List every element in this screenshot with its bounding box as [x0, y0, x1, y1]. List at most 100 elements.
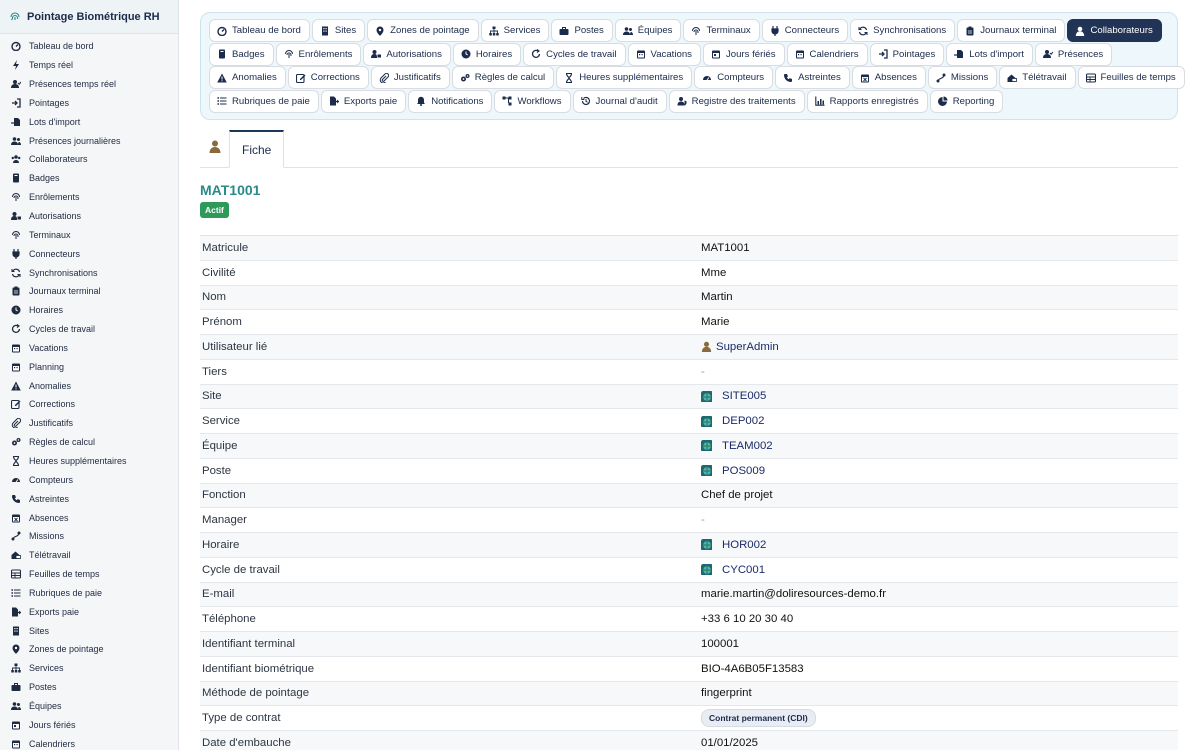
sidebar-item-label: Présences journalières	[29, 135, 121, 146]
linked-user-link[interactable]: SuperAdmin	[716, 341, 779, 353]
sidebar-item[interactable]: Télétravail	[0, 546, 178, 565]
record-link[interactable]: DEP002	[722, 415, 764, 427]
sidebar-item[interactable]: Heures supplémentaires	[0, 452, 178, 471]
sidebar-item[interactable]: Planning	[0, 357, 178, 376]
top-menu-button[interactable]: Synchronisations	[850, 19, 956, 42]
sidebar-item[interactable]: Pointages	[0, 94, 178, 113]
top-menu-button[interactable]: Corrections	[287, 66, 369, 90]
sidebar-item[interactable]: Autorisations	[0, 207, 178, 226]
sidebar-item[interactable]: Terminaux	[0, 225, 178, 244]
sidebar-item[interactable]: Collaborateurs	[0, 150, 178, 169]
top-menu-button[interactable]: Heures supplémentaires	[556, 66, 693, 90]
top-menu-button[interactable]: Pointages	[869, 42, 945, 66]
record-link[interactable]: HOR002	[722, 539, 766, 551]
top-menu-button[interactable]: Workflows	[494, 89, 571, 113]
top-menu-button-label: Jours fériés	[725, 48, 776, 60]
sidebar-item[interactable]: Synchronisations	[0, 263, 178, 282]
sidebar-item[interactable]: Services	[0, 659, 178, 678]
field-value[interactable]: SITE005	[701, 390, 766, 402]
top-menu-button[interactable]: Journaux terminal	[957, 19, 1066, 42]
sidebar-item[interactable]: Absences	[0, 508, 178, 527]
top-menu-button[interactable]: Missions	[927, 66, 998, 90]
sidebar-item[interactable]: Journaux terminal	[0, 282, 178, 301]
sidebar-item[interactable]: Enrôlements	[0, 188, 178, 207]
top-menu-button[interactable]: Calendriers	[786, 42, 868, 66]
record-link[interactable]: POS009	[722, 465, 765, 477]
sidebar-item[interactable]: Badges	[0, 169, 178, 188]
sidebar-item[interactable]: Équipes	[0, 697, 178, 716]
sidebar-item[interactable]: Corrections	[0, 395, 178, 414]
top-menu-button[interactable]: Sites	[311, 19, 366, 42]
top-menu-button[interactable]: Jours fériés	[702, 42, 785, 66]
top-menu-button[interactable]: Zones de pointage	[367, 19, 479, 42]
top-menu-button[interactable]: Tableau de bord	[209, 19, 310, 42]
top-menu-button[interactable]: Horaires	[452, 42, 522, 66]
field-value[interactable]: SuperAdmin	[701, 341, 779, 353]
top-menu-button[interactable]: Justificatifs	[370, 66, 450, 90]
top-menu-button[interactable]: Lots d'import	[946, 42, 1033, 66]
top-menu-button[interactable]: Terminaux	[683, 19, 760, 42]
sidebar-item[interactable]: Justificatifs	[0, 414, 178, 433]
top-menu-button[interactable]: Connecteurs	[761, 19, 849, 42]
building-icon	[320, 26, 330, 36]
top-menu-button[interactable]: Rubriques de paie	[209, 89, 319, 113]
sidebar-item[interactable]: Calendriers	[0, 734, 178, 750]
top-menu-button[interactable]: Présences	[1034, 42, 1113, 66]
top-menu-button[interactable]: Feuilles de temps	[1077, 66, 1185, 90]
sidebar-item[interactable]: Rubriques de paie	[0, 583, 178, 602]
sidebar-item[interactable]: Lots d'import	[0, 112, 178, 131]
tab-user[interactable]	[200, 130, 229, 168]
app-brand[interactable]: Pointage Biométrique RH	[0, 0, 178, 34]
sidebar-item[interactable]: Sites	[0, 621, 178, 640]
top-menu-button[interactable]: Rapports enregistrés	[806, 89, 928, 113]
sidebar-item[interactable]: Compteurs	[0, 470, 178, 489]
top-menu-button[interactable]: Collaborateurs	[1067, 19, 1162, 42]
top-menu-button[interactable]: Exports paie	[320, 89, 407, 113]
top-menu-button[interactable]: Enrôlements	[275, 42, 362, 66]
top-menu-button[interactable]: Registre des traitements	[668, 89, 805, 113]
sidebar-item[interactable]: Horaires	[0, 301, 178, 320]
field-value: +33 6 10 20 30 40	[701, 613, 794, 626]
sidebar-item[interactable]: Anomalies	[0, 376, 178, 395]
sidebar-item[interactable]: Exports paie	[0, 602, 178, 621]
field-value[interactable]: DEP002	[701, 415, 764, 427]
top-menu-button[interactable]: Notifications	[408, 89, 493, 113]
sidebar-item[interactable]: Connecteurs	[0, 244, 178, 263]
record-link[interactable]: SITE005	[722, 390, 766, 402]
top-menu-button[interactable]: Astreintes	[775, 66, 850, 90]
field-value[interactable]: CYC001	[701, 564, 765, 576]
sidebar-item[interactable]: Missions	[0, 527, 178, 546]
top-menu-button[interactable]: Compteurs	[694, 66, 774, 90]
top-menu-button[interactable]: Règles de calcul	[451, 66, 555, 90]
top-menu-button[interactable]: Autorisations	[363, 42, 451, 66]
sidebar-item[interactable]: Zones de pointage	[0, 640, 178, 659]
top-menu-button[interactable]: Journal d'audit	[572, 89, 667, 113]
record-link[interactable]: TEAM002	[722, 440, 773, 452]
sidebar-item[interactable]: Astreintes	[0, 489, 178, 508]
field-value[interactable]: HOR002	[701, 539, 766, 551]
field-value[interactable]: TEAM002	[701, 440, 773, 452]
sidebar-item[interactable]: Présences journalières	[0, 131, 178, 150]
sidebar-item[interactable]: Jours fériés	[0, 715, 178, 734]
sidebar-item[interactable]: Postes	[0, 678, 178, 697]
top-menu-button[interactable]: Reporting	[929, 89, 1004, 113]
top-menu-button[interactable]: Télétravail	[999, 66, 1076, 90]
top-menu-button[interactable]: Absences	[851, 66, 926, 90]
sidebar-item[interactable]: Présences temps réel	[0, 75, 178, 94]
field-value[interactable]: POS009	[701, 465, 765, 477]
top-menu-button[interactable]: Vacations	[627, 42, 701, 66]
sidebar-item[interactable]: Tableau de bord	[0, 37, 178, 56]
sidebar-item[interactable]: Cycles de travail	[0, 320, 178, 339]
sidebar-item[interactable]: Feuilles de temps	[0, 565, 178, 584]
sidebar-item[interactable]: Vacations	[0, 339, 178, 358]
top-menu-button[interactable]: Services	[480, 19, 550, 42]
top-menu-button[interactable]: Anomalies	[209, 66, 286, 90]
top-menu-button[interactable]: Postes	[551, 19, 613, 42]
record-link[interactable]: CYC001	[722, 564, 765, 576]
sidebar-item[interactable]: Temps réel	[0, 56, 178, 75]
tab-fiche[interactable]: Fiche	[229, 130, 285, 168]
sidebar-item[interactable]: Règles de calcul	[0, 433, 178, 452]
top-menu-button[interactable]: Badges	[209, 42, 274, 66]
top-menu-button[interactable]: Équipes	[614, 19, 682, 42]
top-menu-button[interactable]: Cycles de travail	[523, 42, 626, 66]
